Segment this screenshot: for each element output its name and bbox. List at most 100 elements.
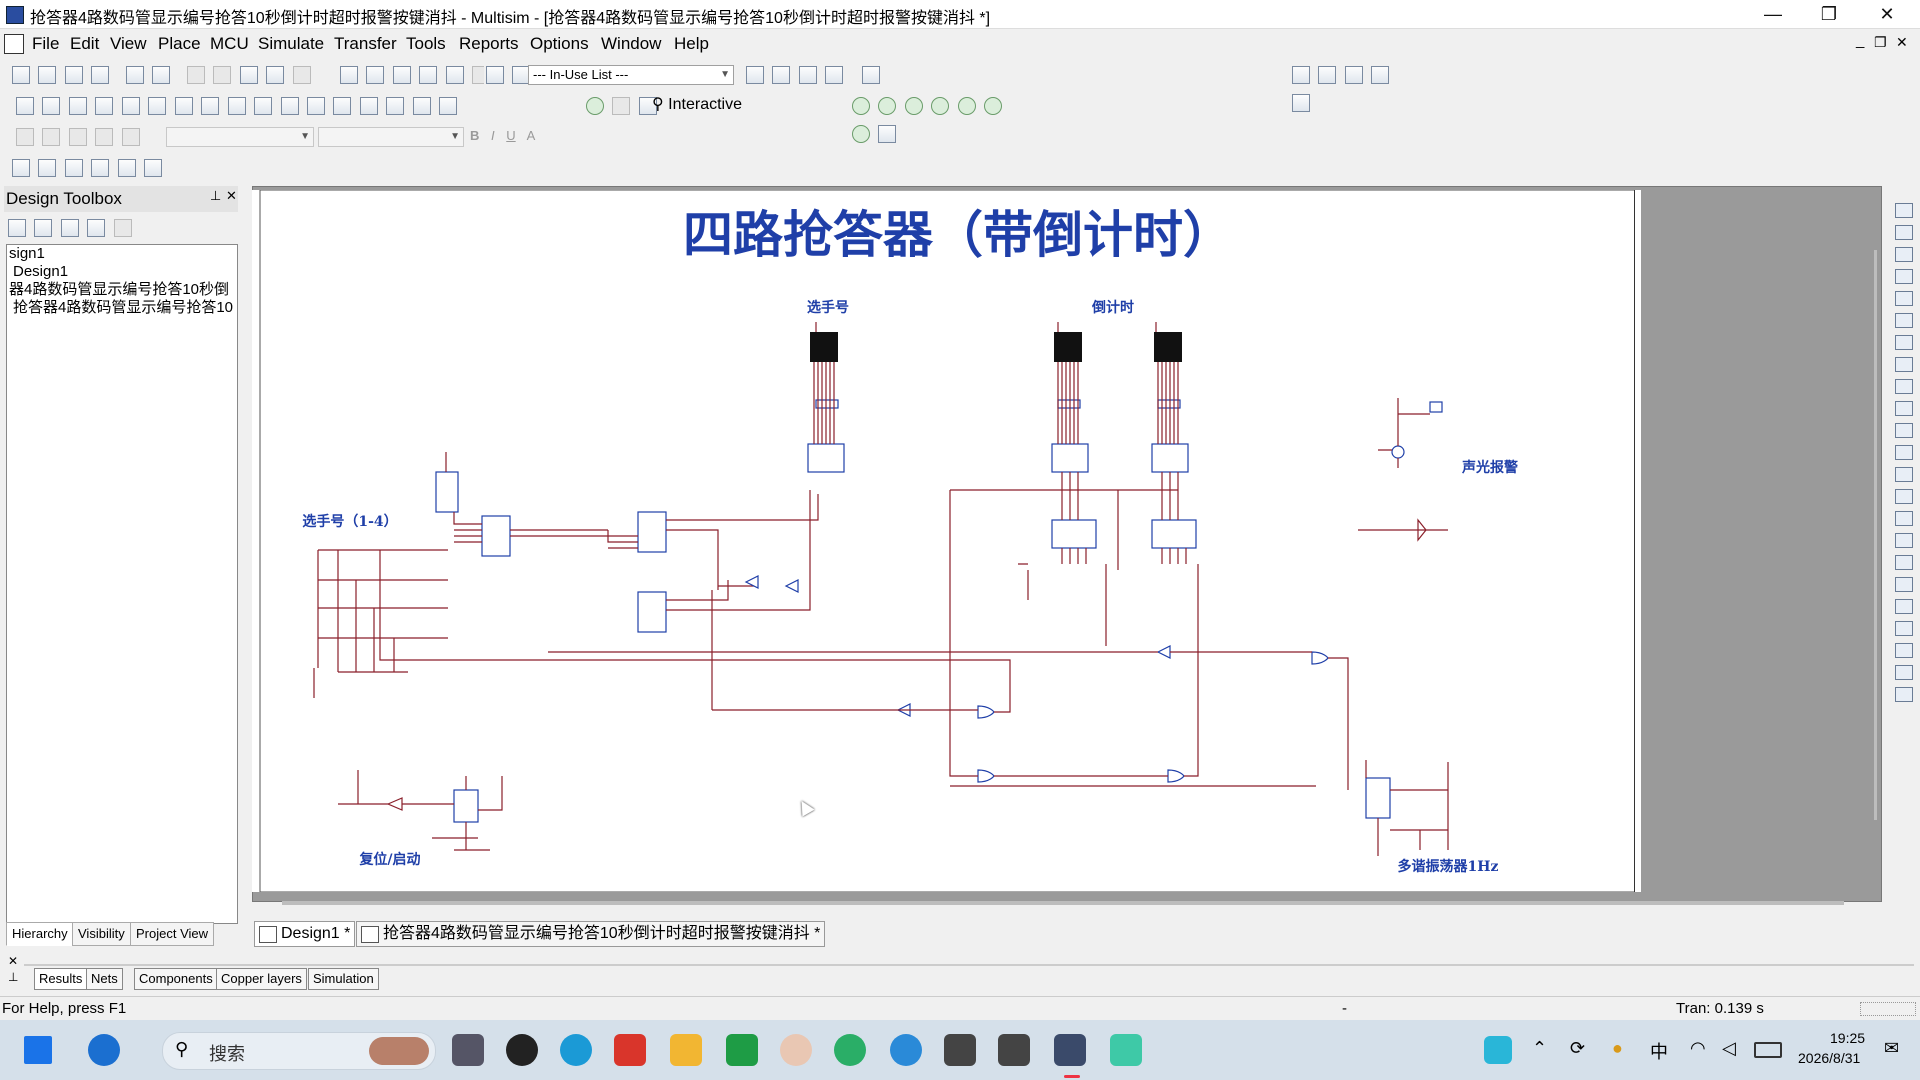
wechat-icon[interactable] — [834, 1034, 866, 1066]
bode-plotter-icon[interactable] — [117, 159, 136, 177]
instrument-icon[interactable] — [1895, 379, 1913, 394]
advanced-peripherals-icon[interactable] — [333, 97, 352, 115]
ttl-component-icon[interactable] — [148, 97, 167, 115]
spreadsheet-icon[interactable] — [366, 66, 385, 84]
mixed-component-icon[interactable] — [227, 97, 246, 115]
chevron-up-icon[interactable]: ⌃ — [1532, 1038, 1547, 1059]
zoom-out-icon[interactable] — [1318, 66, 1337, 84]
save-document-icon[interactable] — [60, 219, 79, 237]
wattmeter-icon[interactable] — [64, 159, 83, 177]
instrument-icon[interactable] — [1895, 401, 1913, 416]
bot-app-2-icon[interactable] — [998, 1034, 1030, 1066]
minimize-button[interactable]: — — [1744, 0, 1802, 28]
menu-help[interactable]: Help — [674, 34, 709, 54]
microphone-icon[interactable]: ● — [1612, 1038, 1623, 1059]
instrument-icon[interactable] — [1895, 533, 1913, 548]
new-window-icon[interactable] — [87, 219, 106, 237]
task-view-icon[interactable] — [452, 1034, 484, 1066]
back-annotate-icon[interactable] — [798, 66, 817, 84]
rf-component-icon[interactable] — [359, 97, 378, 115]
new-document-icon[interactable] — [8, 219, 26, 237]
tree-item-schematic[interactable]: 抢答器4路数码管显示编号抢答10 — [7, 299, 237, 317]
restore-button[interactable]: ❐ — [1800, 0, 1858, 28]
instrument-icon[interactable] — [1895, 621, 1913, 636]
transistor-component-icon[interactable] — [95, 97, 114, 115]
chatgpt-icon[interactable] — [506, 1034, 538, 1066]
probe-settings-icon[interactable] — [852, 125, 870, 143]
redo-icon[interactable] — [292, 66, 311, 84]
reference-probe-icon[interactable] — [957, 97, 976, 115]
schematic-canvas[interactable]: 四路抢答器（带倒计时） 选手号 倒计时 选手号（1-4） 声光报警 复位/启动 … — [258, 189, 1638, 893]
cmos-component-icon[interactable] — [174, 97, 193, 115]
instrument-icon[interactable] — [1895, 489, 1913, 504]
menu-options[interactable]: Options — [530, 34, 589, 54]
menu-place[interactable]: Place — [158, 34, 201, 54]
delete-document-icon[interactable] — [113, 219, 132, 237]
basic-component-icon[interactable] — [42, 97, 61, 115]
menu-view[interactable]: View — [110, 34, 147, 54]
instrument-icon[interactable] — [1895, 687, 1913, 702]
clock-date[interactable]: 2026/8/31 — [1798, 1050, 1860, 1066]
clock-time[interactable]: 19:25 — [1830, 1030, 1865, 1046]
ni-component-icon[interactable] — [412, 97, 431, 115]
forward-annotate-icon[interactable] — [772, 66, 791, 84]
menu-file[interactable]: File — [32, 34, 59, 54]
mdi-restore-button[interactable]: ❐ — [1874, 34, 1887, 51]
ie-browser-icon[interactable] — [88, 1034, 120, 1066]
sync-icon[interactable]: ⟳ — [1570, 1038, 1585, 1059]
database-icon[interactable] — [392, 66, 411, 84]
font-color-button[interactable]: A — [527, 128, 536, 143]
power-component-icon[interactable] — [280, 97, 299, 115]
voltage-probe-icon[interactable] — [852, 97, 870, 115]
wifi-icon[interactable]: ◠ — [1690, 1038, 1706, 1059]
instrument-icon[interactable] — [1895, 313, 1913, 328]
spreadsheet-pin-icon[interactable]: ⊥ — [8, 970, 18, 984]
undo-icon[interactable] — [266, 66, 285, 84]
volume-icon[interactable]: ◁ — [1722, 1038, 1736, 1059]
tab-copper-layers[interactable]: Copper layers — [216, 968, 307, 990]
tab-visibility[interactable]: Visibility — [72, 922, 131, 946]
line-tool-icon[interactable] — [16, 128, 34, 146]
diode-component-icon[interactable] — [68, 97, 87, 115]
gear-icon[interactable] — [878, 125, 897, 143]
instrument-icon[interactable] — [1895, 247, 1913, 262]
word-generator-icon[interactable] — [144, 159, 163, 177]
grapher-icon[interactable] — [419, 66, 438, 84]
bot-app-icon[interactable] — [944, 1034, 976, 1066]
transfer-icon[interactable] — [825, 66, 844, 84]
copy-icon[interactable] — [213, 66, 232, 84]
battery-icon[interactable] — [1754, 1042, 1782, 1058]
menu-tools[interactable]: Tools — [406, 34, 446, 54]
underline-button[interactable]: U — [506, 128, 515, 143]
menu-window[interactable]: Window — [601, 34, 661, 54]
zoom-in-icon[interactable] — [1292, 66, 1310, 84]
zoom-sheet-icon[interactable] — [1371, 66, 1390, 84]
differential-probe-icon[interactable] — [931, 97, 950, 115]
align-tool-icon[interactable] — [42, 128, 61, 146]
component-wizard-icon[interactable] — [486, 66, 504, 84]
tab-hierarchy[interactable]: Hierarchy — [6, 922, 74, 946]
avatar-app-icon[interactable] — [780, 1034, 812, 1066]
menu-reports[interactable]: Reports — [459, 34, 519, 54]
green-app-icon[interactable] — [726, 1034, 758, 1066]
bring-front-icon[interactable] — [121, 128, 140, 146]
tree-item-project[interactable]: 器4路数码管显示编号抢答10秒倒 — [7, 281, 237, 299]
digital-probe-icon[interactable] — [984, 97, 1003, 115]
italic-button[interactable]: I — [491, 128, 495, 143]
oscilloscope-icon[interactable] — [91, 159, 110, 177]
horizontal-scrollbar[interactable] — [282, 901, 1844, 905]
new-file-icon[interactable] — [12, 66, 30, 84]
instrument-icon[interactable] — [1895, 291, 1913, 306]
k-app-icon[interactable] — [1484, 1036, 1512, 1064]
tab-nets[interactable]: Nets — [86, 968, 123, 990]
multimeter-icon[interactable] — [12, 159, 30, 177]
print-icon[interactable] — [125, 66, 144, 84]
instrument-icon[interactable] — [1895, 577, 1913, 592]
taskbar-search[interactable]: ⚲ 搜索 — [162, 1032, 436, 1070]
interactive-label[interactable]: ⚲ Interactive — [652, 94, 742, 114]
save-icon[interactable] — [91, 66, 110, 84]
instrument-icon[interactable] — [1895, 467, 1913, 482]
instrument-icon[interactable] — [1895, 423, 1913, 438]
erc-icon[interactable] — [746, 66, 764, 84]
table-icon[interactable] — [445, 66, 464, 84]
